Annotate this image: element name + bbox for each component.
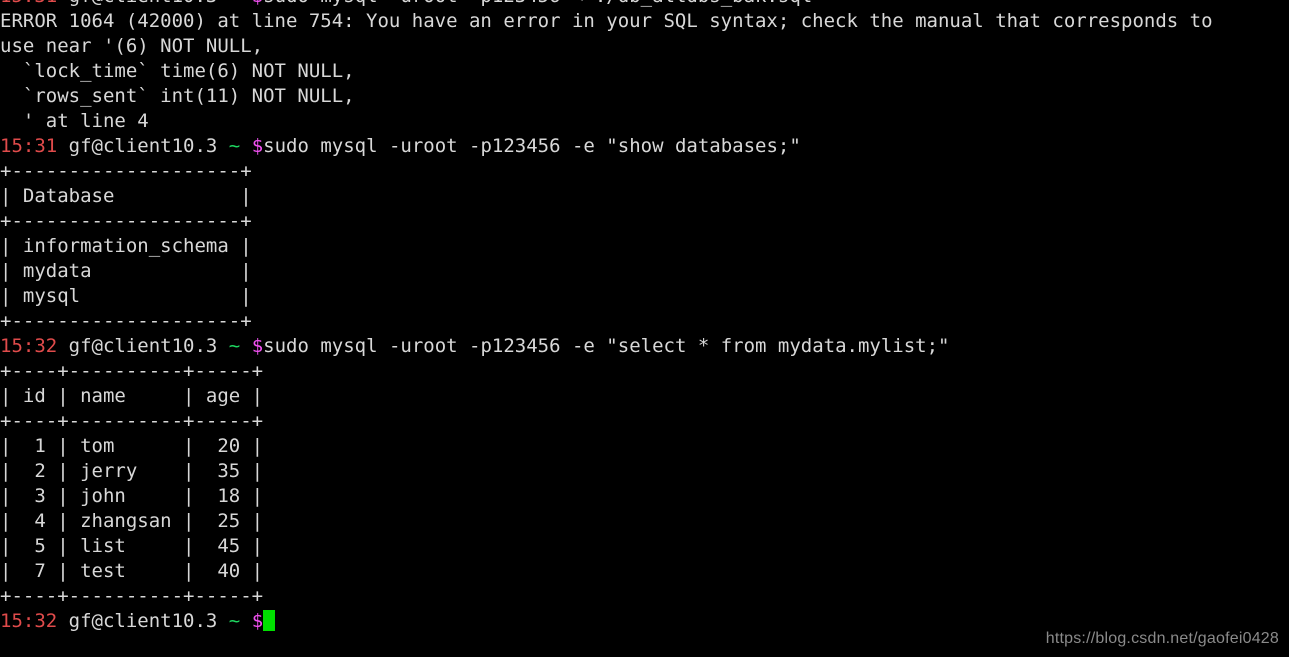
prompt-line-2: 15:31 gf@client10.3 ~ $sudo mysql -uroot… [0, 134, 1289, 159]
output-error-2: use near '(6) NOT NULL, [0, 34, 1289, 59]
prompt-time: 15:32 [0, 610, 58, 632]
output-text: +----+----------+-----+ [0, 410, 264, 432]
db-table-bottom-border: +--------------------+ [0, 309, 1289, 334]
output-text: +--------------------+ [0, 160, 252, 182]
output-error-3: `lock_time` time(6) NOT NULL, [0, 59, 1289, 84]
prompt-tilde: ~ [228, 335, 241, 357]
output-text: | 3 | john | 18 | [0, 485, 264, 507]
output-text: | 1 | tom | 20 | [0, 435, 264, 457]
mylist-table-row-3: | 3 | john | 18 | [0, 484, 1289, 509]
output-text: | 5 | list | 45 | [0, 535, 264, 557]
output-text: use near '(6) NOT NULL, [0, 35, 264, 57]
prompt-line-1: 15:31 gf@client10.3 ~ $sudo mysql -uroot… [0, 0, 1289, 9]
output-text: | mydata | [0, 260, 252, 282]
watermark-text: https://blog.csdn.net/gaofei0428 [1045, 630, 1279, 647]
output-text: ' at line 4 [0, 110, 149, 132]
mylist-table-header-row: | id | name | age | [0, 384, 1289, 409]
prompt-time: 15:32 [0, 335, 58, 357]
db-table-top-border: +--------------------+ [0, 159, 1289, 184]
db-table-row-mysql: | mysql | [0, 284, 1289, 309]
output-error-4: `rows_sent` int(11) NOT NULL, [0, 84, 1289, 109]
prompt-tilde: ~ [228, 135, 241, 157]
terminal-window[interactable]: 15:31 gf@client10.3 ~ $sudo mysql -uroot… [0, 0, 1289, 657]
output-text: +----+----------+-----+ [0, 585, 264, 607]
output-text: ERROR 1064 (42000) at line 754: You have… [0, 10, 1213, 32]
output-error-5: ' at line 4 [0, 109, 1289, 134]
prompt-user_host: gf@client10.3 [57, 135, 229, 157]
command-text[interactable]: sudo mysql -uroot -p123456 -e "show data… [263, 135, 801, 157]
output-text: +--------------------+ [0, 210, 252, 232]
output-text: | information_schema | [0, 235, 252, 257]
prompt-tilde: ~ [228, 610, 241, 632]
mylist-table-row-7: | 7 | test | 40 | [0, 559, 1289, 584]
mylist-table-bottom-border: +----+----------+-----+ [0, 584, 1289, 609]
mylist-table-header-border: +----+----------+-----+ [0, 409, 1289, 434]
prompt-dollar: $ [240, 135, 264, 157]
prompt-time: 15:31 [0, 0, 57, 7]
output-text: +----+----------+-----+ [0, 360, 264, 382]
prompt-user_host: gf@client10.3 [57, 0, 229, 7]
prompt-line-3: 15:32 gf@client10.3 ~ $sudo mysql -uroot… [0, 334, 1289, 359]
output-text: `rows_sent` int(11) NOT NULL, [0, 85, 355, 107]
output-text: +--------------------+ [0, 310, 252, 332]
db-table-row-information-schema: | information_schema | [0, 234, 1289, 259]
command-text[interactable]: sudo mysql -uroot -p123456 -e "select * … [263, 335, 949, 357]
output-text: | 4 | zhangsan | 25 | [0, 510, 264, 532]
mylist-table-row-1: | 1 | tom | 20 | [0, 434, 1289, 459]
db-table-header-row: | Database | [0, 184, 1289, 209]
mylist-table-row-2: | 2 | jerry | 35 | [0, 459, 1289, 484]
db-table-header-border: +--------------------+ [0, 209, 1289, 234]
output-text: | id | name | age | [0, 385, 264, 407]
prompt-user_host: gf@client10.3 [57, 610, 229, 632]
prompt-time: 15:31 [0, 135, 58, 157]
terminal-screen: 15:31 gf@client10.3 ~ $sudo mysql -uroot… [0, 0, 1289, 634]
mylist-table-top-border: +----+----------+-----+ [0, 359, 1289, 384]
prompt-dollar: $ [240, 610, 264, 632]
command-text[interactable]: sudo mysql -uroot -p123456 < ./db_alldbs… [263, 0, 812, 7]
mylist-table-row-5: | 5 | list | 45 | [0, 534, 1289, 559]
prompt-user_host: gf@client10.3 [57, 335, 229, 357]
output-text: | 7 | test | 40 | [0, 560, 264, 582]
text-cursor [263, 610, 275, 631]
prompt-dollar: $ [240, 0, 263, 7]
output-error-1: ERROR 1064 (42000) at line 754: You have… [0, 9, 1289, 34]
output-text: | mysql | [0, 285, 252, 307]
prompt-dollar: $ [240, 335, 264, 357]
output-text: `lock_time` time(6) NOT NULL, [0, 60, 355, 82]
prompt-tilde: ~ [229, 0, 240, 7]
output-text: | 2 | jerry | 35 | [0, 460, 264, 482]
db-table-row-mydata: | mydata | [0, 259, 1289, 284]
mylist-table-row-4: | 4 | zhangsan | 25 | [0, 509, 1289, 534]
output-text: | Database | [0, 185, 252, 207]
